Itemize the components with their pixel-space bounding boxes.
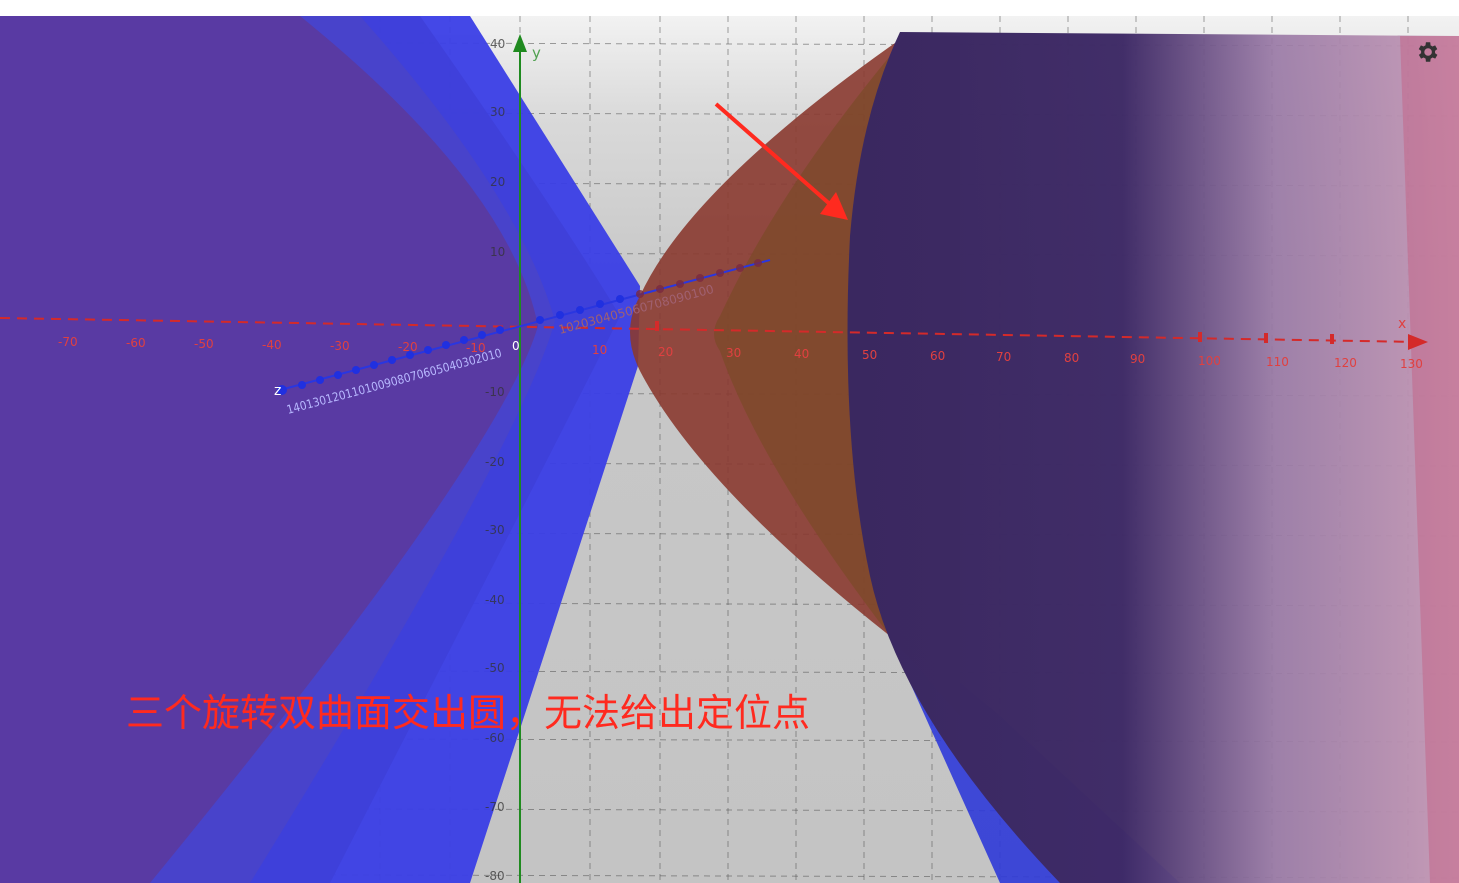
y-tick-label: -70 [485, 800, 505, 814]
graphics-3d-view[interactable]: -70 -60 -50 -40 -30 -20 -10 10 20 30 40 … [0, 16, 1459, 883]
x-tick-label: -50 [194, 337, 214, 351]
x-tick-label: 120 [1334, 356, 1357, 370]
x-tick-label: -70 [58, 335, 78, 349]
x-tick-label: 80 [1064, 351, 1079, 365]
annotation-text: 三个旋转双曲面交出圆，无法给出定位点 [126, 691, 811, 735]
y-tick-label: -80 [485, 869, 505, 883]
x-tick-label: 20 [658, 345, 673, 359]
gear-icon [1418, 42, 1438, 62]
origin-label: 0 [512, 339, 520, 353]
x-tick-label: -60 [126, 336, 146, 350]
y-tick-label: -20 [485, 455, 505, 469]
x-tick-label: 60 [930, 349, 945, 363]
x-tick-label: 100 [1198, 354, 1221, 368]
y-tick-label: -10 [485, 385, 505, 399]
y-tick-label: 20 [490, 175, 505, 189]
y-tick-label: -40 [485, 593, 505, 607]
x-tick-label: 70 [996, 350, 1011, 364]
y-axis-label: y [532, 44, 541, 62]
x-tick-label: -30 [330, 339, 350, 353]
y-tick-label: 10 [490, 245, 505, 259]
y-tick-label: 40 [490, 37, 505, 51]
left-hyperboloid[interactable] [0, 16, 640, 883]
y-tick-label: 30 [490, 105, 505, 119]
x-tick-label: 40 [794, 347, 809, 361]
x-tick-label: 110 [1266, 355, 1289, 369]
x-tick-label: 30 [726, 346, 741, 360]
y-tick-label: -50 [485, 661, 505, 675]
x-tick-label: -40 [262, 338, 282, 352]
x-axis-label: x [1398, 316, 1406, 332]
x-tick-label: 10 [592, 343, 607, 357]
z-axis-label: z [274, 383, 281, 399]
right-hyperboloid[interactable] [847, 32, 1459, 883]
x-tick-label: 50 [862, 348, 877, 362]
settings-button[interactable] [1413, 38, 1441, 66]
x-tick-label: 130 [1400, 357, 1423, 371]
x-tick-label: 90 [1130, 352, 1145, 366]
y-tick-label: -30 [485, 523, 505, 537]
scene-canvas[interactable]: -70 -60 -50 -40 -30 -20 -10 10 20 30 40 … [0, 16, 1459, 883]
